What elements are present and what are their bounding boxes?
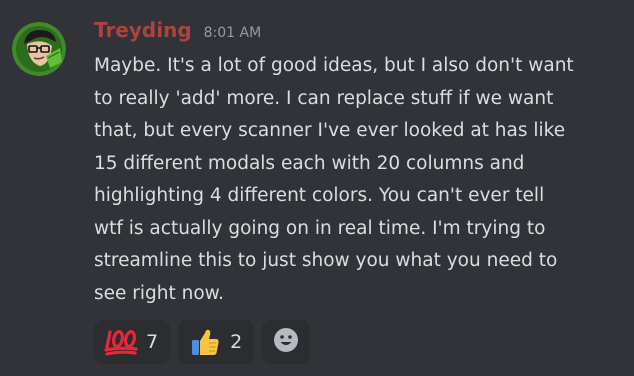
avatar[interactable] bbox=[12, 22, 66, 76]
reactions-bar: 7 2 bbox=[94, 320, 311, 364]
reaction-count: 2 bbox=[230, 331, 243, 353]
message-line: highlighting 4 different colors. You can… bbox=[94, 185, 545, 206]
message-line: 15 different modals each with 20 columns… bbox=[94, 152, 525, 174]
username[interactable]: Treyding bbox=[94, 18, 192, 42]
message-line: to really 'add' more. I can replace stuf… bbox=[94, 87, 554, 109]
message-line: wtf is actually going on in real time. I… bbox=[94, 217, 546, 239]
avatar-image bbox=[12, 22, 66, 76]
chat-message: Treyding 8:01 AM Maybe. It's a lot of go… bbox=[0, 0, 634, 376]
reaction-hundred-points[interactable]: 7 bbox=[94, 320, 171, 364]
message-header: Treyding 8:01 AM bbox=[94, 18, 261, 50]
hundred-points-icon bbox=[104, 327, 138, 357]
message-content: Maybe. It's a lot of good ideas, but I a… bbox=[94, 50, 619, 310]
message-line: Maybe. It's a lot of good ideas, but I a… bbox=[94, 55, 574, 76]
message-line: that, but every scanner I've ever looked… bbox=[94, 120, 566, 141]
add-reaction-button[interactable] bbox=[262, 320, 311, 364]
reaction-thumbs-up[interactable]: 2 bbox=[178, 320, 255, 364]
thumbs-up-icon bbox=[188, 327, 222, 357]
message-line: streamline this to just show you what yo… bbox=[94, 250, 558, 271]
smiley-face-icon bbox=[273, 327, 299, 357]
message-line: see right now. bbox=[94, 282, 224, 304]
timestamp[interactable]: 8:01 AM bbox=[204, 25, 262, 41]
reaction-count: 7 bbox=[146, 331, 159, 353]
